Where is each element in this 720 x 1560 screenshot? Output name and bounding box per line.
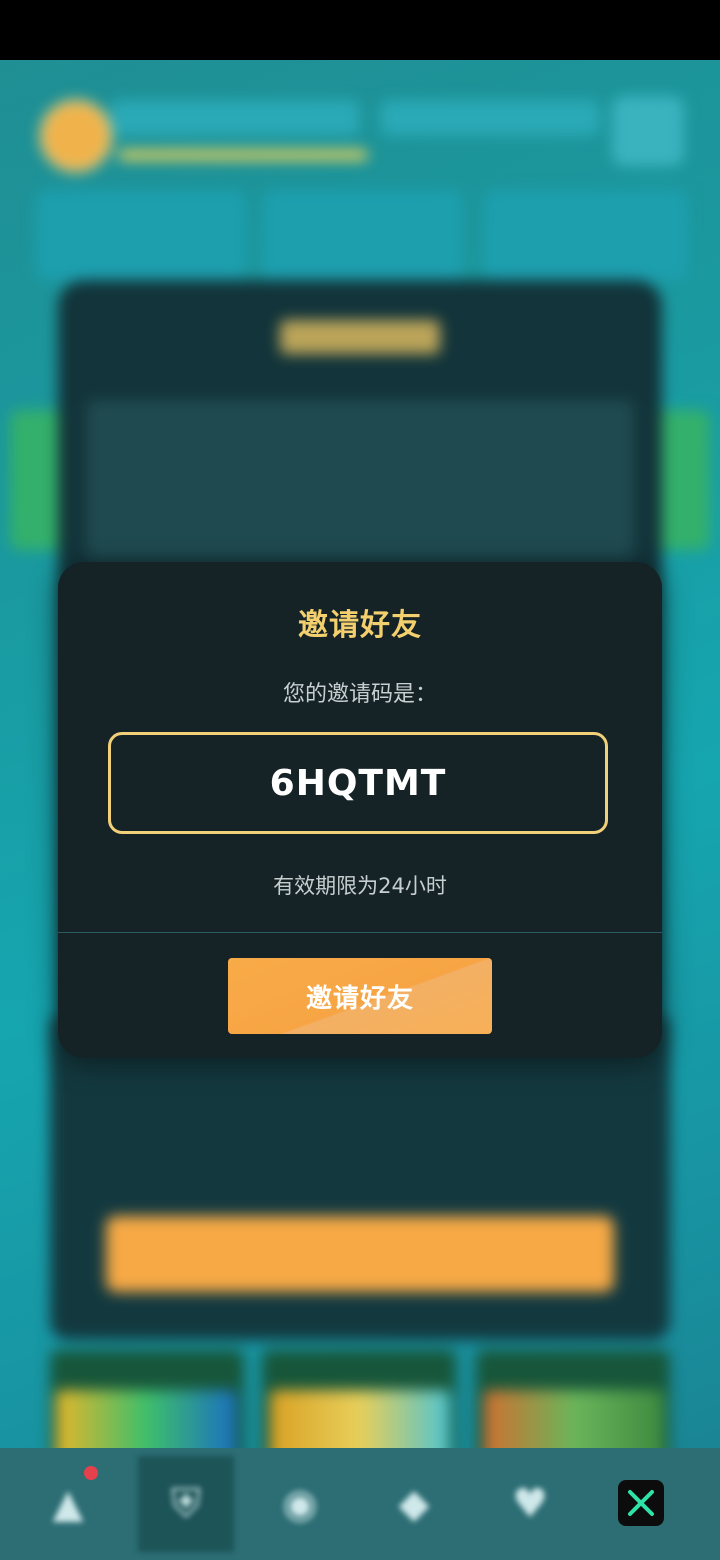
invite-code-label: 您的邀请码是： <box>282 682 437 707</box>
dialog-title: 邀请好友 <box>298 608 422 643</box>
invite-code: 6HQTMT <box>269 762 447 804</box>
invite-code-box[interactable]: 6HQTMT <box>108 732 608 834</box>
validity-text: 有效期限为24小时 <box>273 874 447 898</box>
invite-friends-button[interactable]: 邀请好友 <box>228 958 492 1034</box>
invite-dialog: 邀请好友 您的邀请码是： 6HQTMT 有效期限为24小时 邀请好友 <box>58 562 662 1058</box>
divider <box>58 932 662 933</box>
